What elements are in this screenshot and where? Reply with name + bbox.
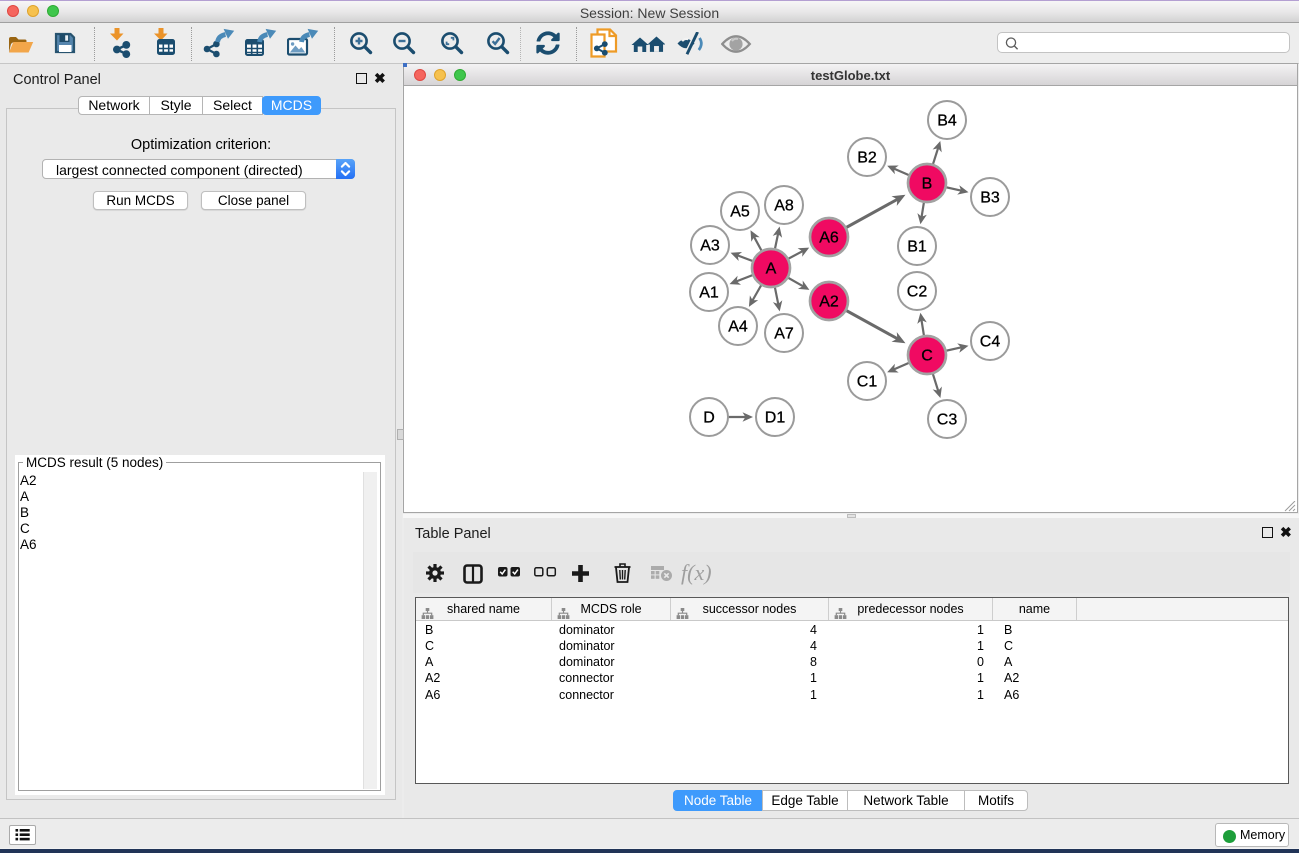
svg-text:A2: A2	[819, 294, 839, 311]
svg-text:B: B	[922, 176, 933, 193]
svg-text:C3: C3	[937, 412, 958, 429]
svg-text:D1: D1	[765, 410, 786, 427]
svg-text:A8: A8	[774, 198, 794, 215]
svg-text:A3: A3	[700, 238, 720, 255]
svg-text:D: D	[703, 410, 715, 427]
svg-text:B2: B2	[857, 150, 877, 167]
svg-text:A: A	[766, 261, 777, 278]
svg-text:B1: B1	[907, 239, 927, 256]
svg-text:A7: A7	[774, 326, 794, 343]
svg-text:A6: A6	[819, 230, 839, 247]
svg-text:C4: C4	[980, 334, 1001, 351]
svg-text:B3: B3	[980, 190, 1000, 207]
svg-text:C2: C2	[907, 284, 928, 301]
svg-text:C: C	[921, 348, 933, 365]
svg-text:A4: A4	[728, 319, 748, 336]
svg-text:A1: A1	[699, 285, 719, 302]
svg-text:C1: C1	[857, 374, 878, 391]
svg-text:A5: A5	[730, 204, 750, 221]
svg-text:B4: B4	[937, 113, 957, 130]
